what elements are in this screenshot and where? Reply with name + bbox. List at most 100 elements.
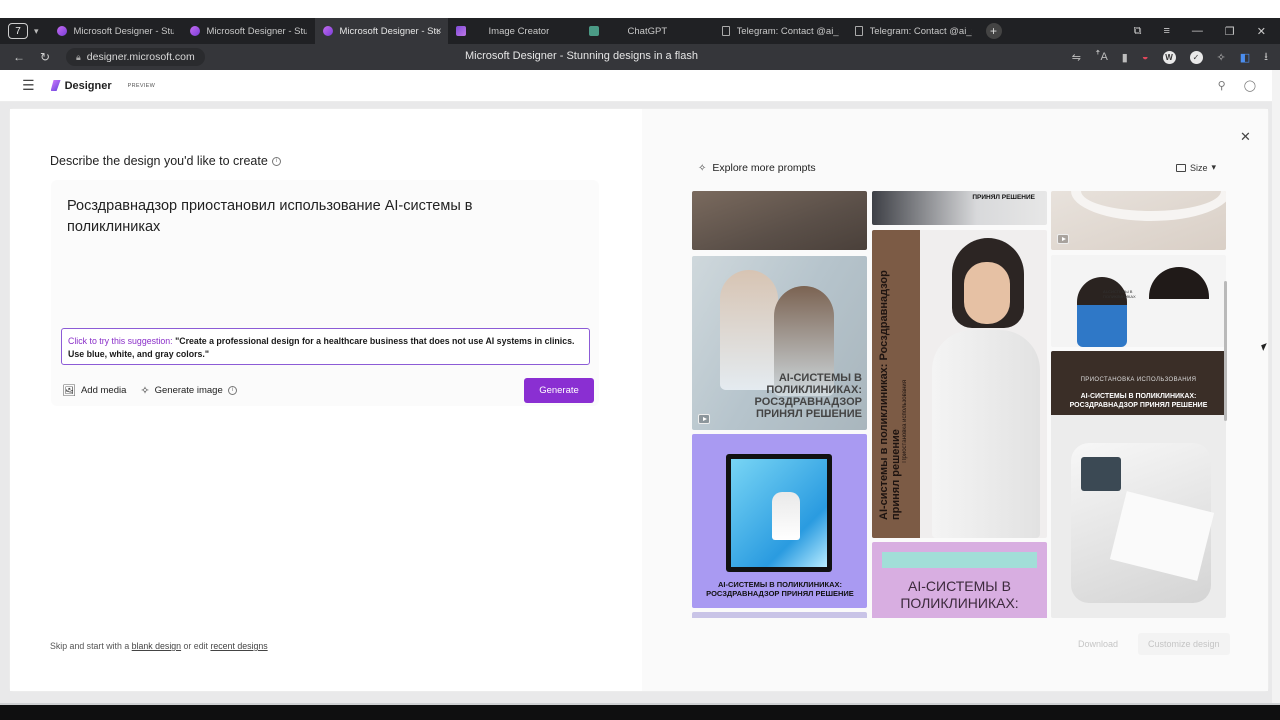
gallery-scrollbar[interactable] [1224,281,1227,421]
browser-tab[interactable]: Telegram: Contact @ai_x_n [714,18,847,44]
suggestion-label: Click to try this suggestion: [68,336,173,346]
hamburger-menu-icon[interactable]: ☰ [22,77,35,94]
profile-extension-icon[interactable]: ◧ [1240,51,1250,64]
explore-prompts[interactable]: ✧ Explore more prompts [698,162,816,174]
tab-label: Image Creator [488,25,550,37]
url-field[interactable]: 🔒︎ designer.microsoft.com [66,48,205,66]
screen-bottom-line [0,703,1280,705]
tab-label: Microsoft Designer - Stunn [73,25,174,37]
minimize-icon[interactable]: — [1192,25,1203,38]
browser-tab[interactable]: Telegram: Contact @ai_x_n [847,18,980,44]
bottom-actions: Download Customize design [1068,633,1230,655]
image-creator-icon [455,26,466,36]
size-dropdown[interactable]: Size ▾ [1176,162,1216,173]
generate-image-button[interactable]: ✧ Generate image i [140,384,237,397]
skip-row: Skip and start with a blank design or ed… [50,641,268,651]
describe-title-text: Describe the design you'd like to create [50,154,268,168]
tab-label: Microsoft Designer - Stunn [206,25,307,37]
blank-design-link[interactable]: blank design [132,641,181,651]
doctor-figure [1149,267,1209,347]
card-caption: AI-СИСТЕМЫ В ПОЛИКЛИНИКАХ: РОСЗДРАВНАДЗО… [1069,393,1208,409]
gallery-card[interactable] [692,191,867,250]
tab-label: ChatGPT [627,25,668,37]
browser-tab[interactable]: ChatGPT [581,18,714,44]
back-icon[interactable]: ← [12,50,26,64]
split-icon[interactable]: ⇋ [1072,51,1081,64]
explore-label: Explore more prompts [712,162,816,174]
designer-header: ☰ Designer PREVIEW ⚲ ◯ [0,70,1272,102]
prompt-box[interactable]: Росздравнадзор приостановил использовани… [51,180,599,406]
close-icon[interactable]: × [436,26,442,37]
generate-button[interactable]: Generate [524,378,594,403]
card-caption: AI-системы в поликлиниках: Росздравнадзо… [878,270,902,520]
w-extension-icon[interactable]: W [1162,50,1176,64]
tablet-frame [726,454,832,572]
card-caption: AI-СИСТЕМЫ В ПОЛИКЛИНИКАХ: [900,578,1019,611]
gallery-card[interactable]: ПРИОСТАНОВКА ИСПОЛЬЗОВАНИЯ AI-СИСТЕМЫ В … [1051,351,1226,618]
menu-icon[interactable]: ≡ [1163,25,1169,38]
browser-tab[interactable]: Microsoft Designer - Stunn [49,18,182,44]
card-caption: AI-СИСТЕМЫ В ПОЛИКЛИНИКАХ: РОСЗДРАВНАДЗО… [754,372,862,420]
recent-designs-link[interactable]: recent designs [210,641,267,651]
aspect-ratio-icon [1176,163,1186,172]
download-button[interactable]: Download [1068,633,1129,655]
screen-bottom-frame [0,703,1280,720]
browser-tab[interactable]: Image Creator [448,18,581,44]
address-bar-row: ← ↻ 🔒︎ designer.microsoft.com Microsoft … [0,44,1280,70]
gallery-card[interactable]: AI-СИСТЕМЫ В ПОЛИКЛИНИКАХ: РОСЗДРАВНАДЗО… [692,256,867,430]
prompt-actions: 🖼︎ Add media ✧ Generate image i [62,377,602,403]
close-window-icon[interactable]: ✕ [1257,25,1266,38]
browser-tab-bar: 7 ▾ Microsoft Designer - Stunn Microsoft… [0,18,1280,44]
size-label: Size [1190,162,1208,173]
suggestion-chip[interactable]: Click to try this suggestion: "Create a … [61,328,590,365]
add-media-button[interactable]: 🖼︎ Add media [62,384,126,397]
skip-middle: or edit [183,641,208,651]
new-tab-button[interactable]: + [985,23,1002,39]
designer-logo[interactable]: Designer [50,80,112,92]
describe-heading: Describe the design you'd like to create… [50,154,281,168]
account-icon[interactable]: ◯ [1244,79,1256,92]
sparkle-icon: ✧ [140,384,150,397]
pocket-icon[interactable]: ◒ [1142,51,1149,63]
workspaces-icon[interactable]: ⧉ [1134,25,1142,38]
browser-toolbar: ⇋ ꜛA ▮ ◒ W ✓ ✧ ◧ ⭳ [1072,48,1280,67]
screen-top-strip [0,0,1280,18]
share-icon[interactable]: ⚲ [1218,79,1226,92]
browser-tab-active[interactable]: Microsoft Designer - Stu × [314,18,448,44]
gallery-card[interactable]: AI-системы в поликлиниках: Росздравнадзо… [872,230,1047,538]
info-icon[interactable]: i [271,156,281,166]
gallery-card[interactable]: AI-СИСТЕМЫ В ПОЛИКЛИНИКАХ: РОСЗДРАВНАДЗО… [692,434,867,608]
gallery-card[interactable]: AI-СИСТЕМЫ В ПОЛИКЛИНИКАХ [1051,255,1226,347]
gallery-card[interactable]: ПРИНЯЛ РЕШЕНИЕ [872,191,1047,225]
chevron-down-icon[interactable]: ▾ [34,26,39,37]
translate-icon[interactable]: ꜛA [1095,51,1108,63]
card-cable [1071,191,1226,221]
document-icon [854,26,863,36]
gallery-card[interactable] [1051,191,1226,250]
designer-icon [56,26,67,36]
tab-label: Telegram: Contact @ai_x_n [869,25,972,37]
customize-design-button[interactable]: Customize design [1138,633,1230,655]
gallery-card[interactable]: AI-СИСТЕМЫ В ПОЛИКЛИНИКАХ: [872,542,1047,618]
bookmark-icon[interactable]: ▮ [1122,51,1128,64]
puzzle-icon[interactable]: ✧ [1217,51,1226,64]
browser-tab[interactable]: Microsoft Designer - Stunn [182,18,315,44]
tab-count-icon[interactable]: 7 [8,23,28,39]
video-icon [1057,234,1069,244]
prompt-textarea[interactable]: Росздравнадзор приостановил использовани… [67,196,547,238]
restore-icon[interactable]: ❐ [1225,25,1235,38]
sparkle-icon: ✧ [698,162,707,174]
generate-image-label: Generate image [154,384,223,396]
reload-icon[interactable]: ↻ [38,50,52,64]
designer-icon [322,26,333,36]
gallery-card[interactable] [692,612,867,618]
patient-figure [1077,277,1127,347]
check-extension-icon[interactable]: ✓ [1189,50,1203,64]
info-icon[interactable]: i [227,385,237,395]
page-scrollbar[interactable] [1272,70,1280,703]
download-icon[interactable]: ⭳ [1264,48,1268,67]
card-caption: AI-СИСТЕМЫ В ПОЛИКЛИНИКАХ [1103,289,1136,299]
image-add-icon: 🖼︎ [62,384,76,397]
close-icon[interactable]: ✕ [1240,129,1251,145]
figure-coat [932,330,1040,538]
